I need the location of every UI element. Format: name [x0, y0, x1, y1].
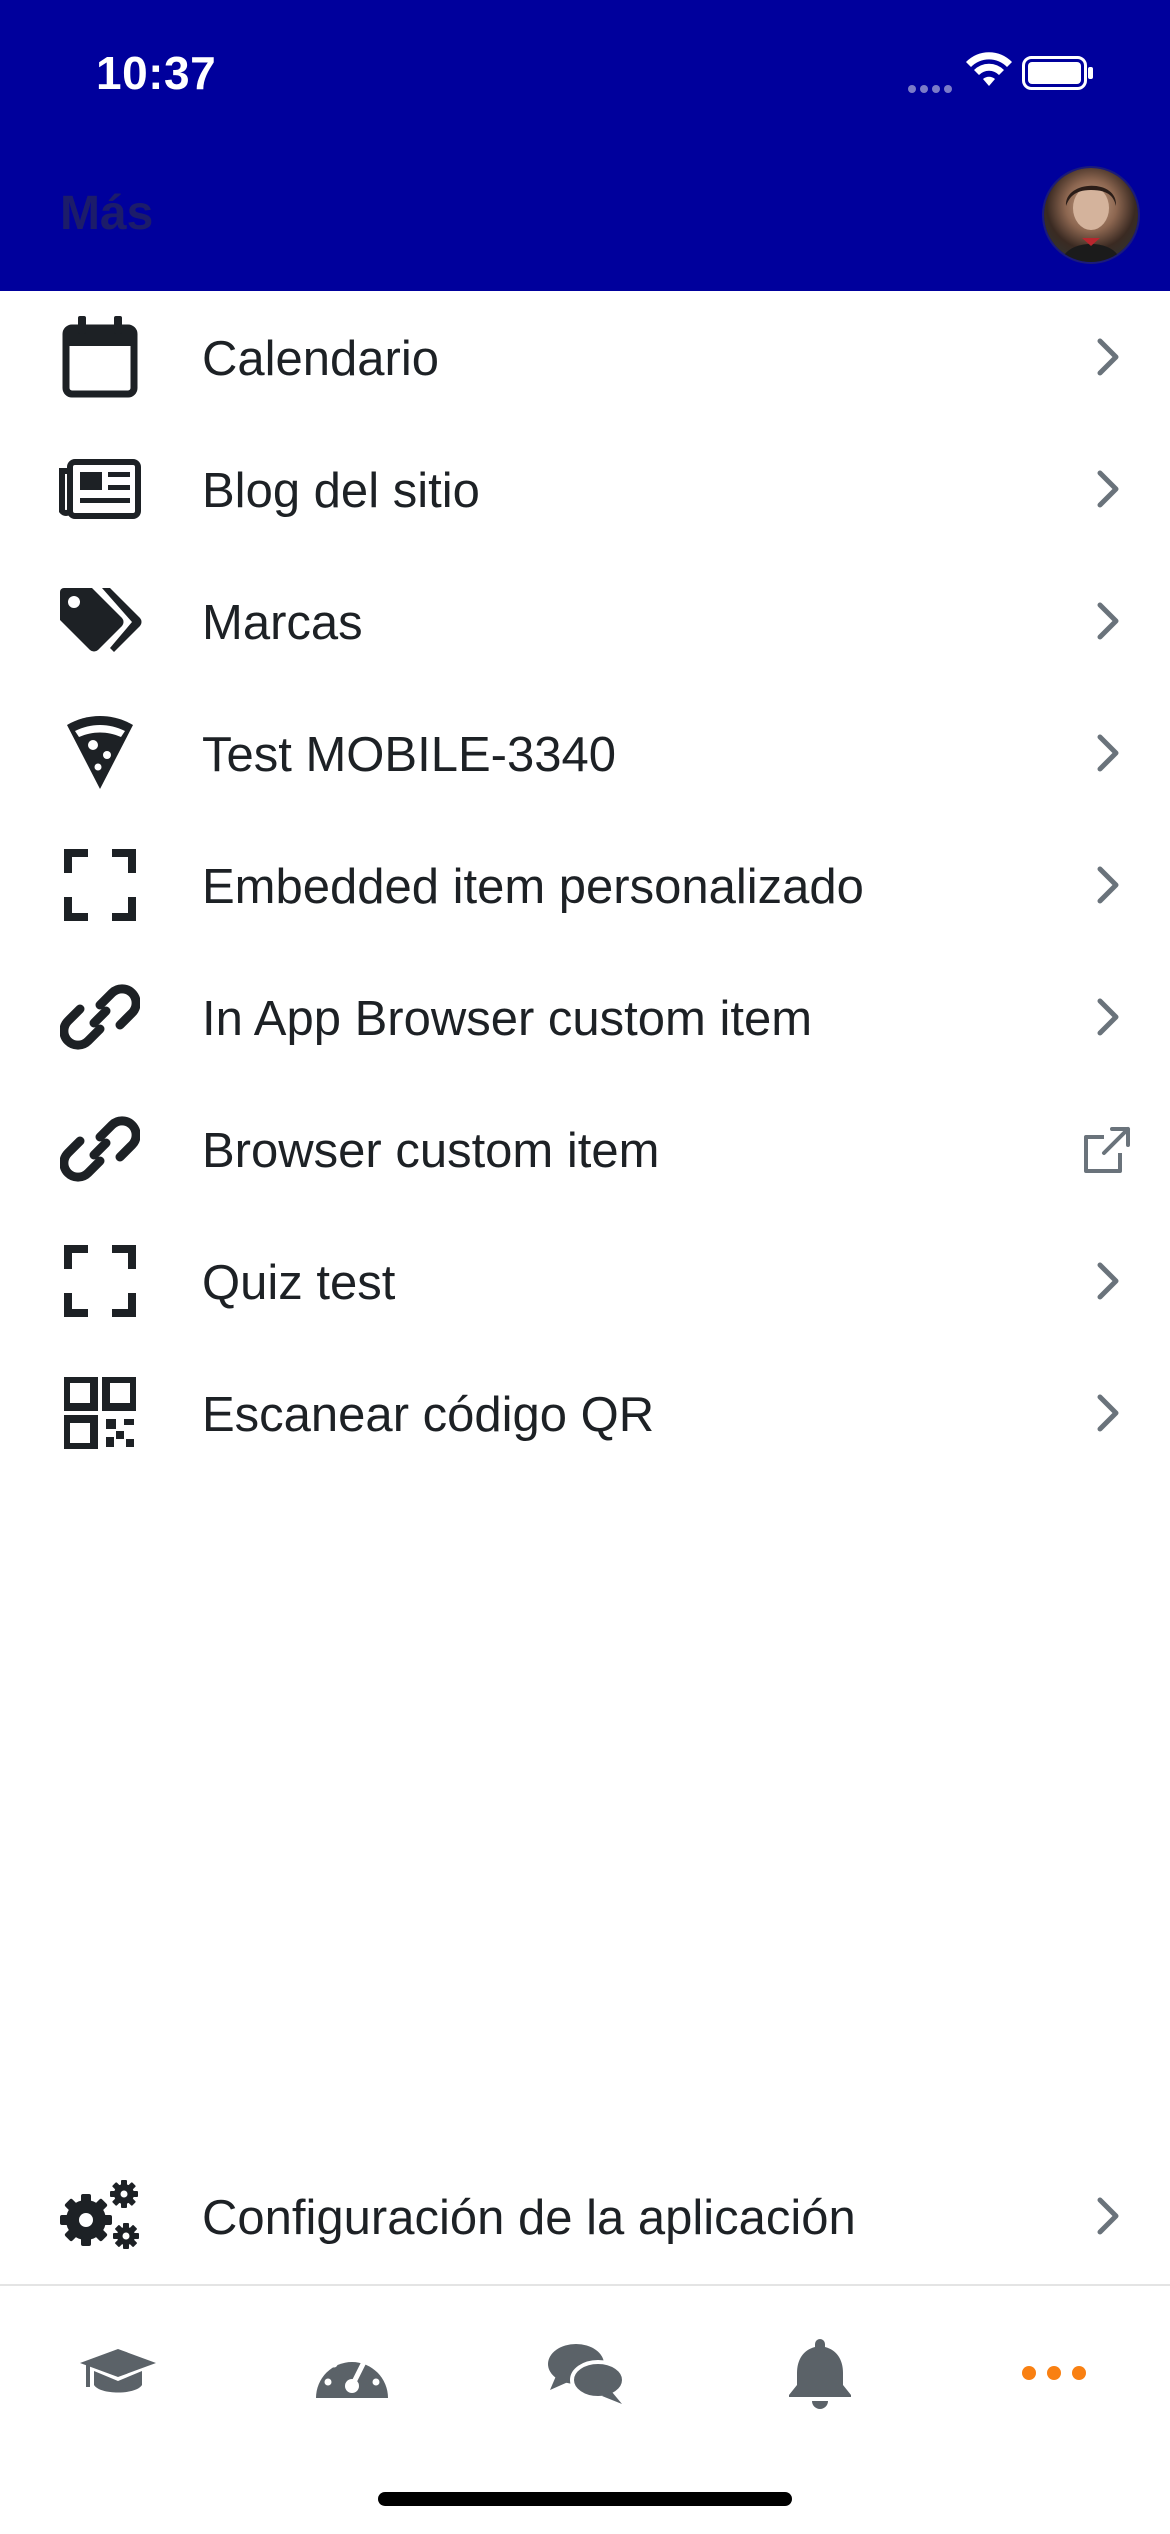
newspaper-icon	[56, 449, 144, 529]
expand-icon	[56, 845, 144, 925]
menu-item-label: Blog del sitio	[202, 464, 480, 518]
menu-item-app-settings[interactable]: Configuración de la aplicación	[0, 2150, 1170, 2282]
chevron-right-icon	[1097, 602, 1119, 640]
menu-item-label: Calendario	[202, 332, 439, 386]
status-time: 10:37	[96, 47, 217, 99]
expand-icon	[56, 1241, 144, 1321]
signal-icon	[908, 80, 956, 98]
menu-item-label: Configuración de la aplicación	[202, 2191, 856, 2245]
menu-item-label: Quiz test	[202, 1256, 396, 1310]
chevron-right-icon	[1097, 866, 1119, 904]
menu-item-embedded[interactable]: Embedded item personalizado	[0, 819, 1170, 951]
menu-item-calendario[interactable]: Calendario	[0, 291, 1170, 423]
chevron-right-icon	[1097, 734, 1119, 772]
menu-item-label: Marcas	[202, 596, 363, 650]
chevron-right-icon	[1097, 1394, 1119, 1432]
qrcode-icon	[56, 1373, 144, 1453]
tab-more[interactable]	[994, 2328, 1114, 2418]
page-title: Más	[60, 187, 154, 240]
menu-item-label: In App Browser custom item	[202, 992, 813, 1046]
chevron-right-icon	[1097, 998, 1119, 1036]
menu-item-label: Test MOBILE-3340	[202, 728, 616, 782]
tab-dashboard[interactable]	[292, 2328, 412, 2418]
tab-notifications[interactable]	[760, 2328, 880, 2418]
menu-item-qr-scanner[interactable]: Escanear código QR	[0, 1347, 1170, 1479]
user-avatar[interactable]	[1044, 168, 1138, 262]
tags-icon	[56, 581, 144, 661]
chevron-right-icon	[1097, 470, 1119, 508]
menu-item-quiz-test[interactable]: Quiz test	[0, 1215, 1170, 1347]
menu-item-in-app-browser[interactable]: In App Browser custom item	[0, 951, 1170, 1083]
comments-icon	[548, 2344, 626, 2404]
cogs-icon	[56, 2176, 144, 2256]
app-header: 10:37 Más	[0, 0, 1170, 291]
pizza-slice-icon	[56, 713, 144, 793]
home-indicator[interactable]	[378, 2492, 792, 2506]
menu-item-blog[interactable]: Blog del sitio	[0, 423, 1170, 555]
tab-messages[interactable]	[526, 2328, 646, 2418]
graduation-cap-icon	[80, 2349, 156, 2393]
link-icon	[56, 977, 144, 1057]
chevron-right-icon	[1097, 1262, 1119, 1300]
dashboard-icon	[316, 2352, 388, 2398]
bell-icon	[789, 2339, 851, 2409]
chevron-right-icon	[1097, 338, 1119, 376]
more-menu-list: Calendario Blog del sitio Marcas Test MO…	[0, 291, 1170, 1479]
menu-item-label: Escanear código QR	[202, 1388, 655, 1442]
link-icon	[56, 1109, 144, 1189]
wifi-icon	[966, 52, 1012, 86]
menu-item-label: Browser custom item	[202, 1124, 660, 1178]
tab-courses[interactable]	[58, 2328, 178, 2418]
calendar-icon	[56, 316, 144, 398]
more-icon	[1022, 2366, 1086, 2380]
menu-item-marcas[interactable]: Marcas	[0, 555, 1170, 687]
menu-item-test-mobile[interactable]: Test MOBILE-3340	[0, 687, 1170, 819]
menu-item-label: Embedded item personalizado	[202, 860, 864, 914]
external-link-icon	[1084, 1127, 1130, 1173]
chevron-right-icon	[1097, 2197, 1119, 2235]
battery-icon	[1022, 56, 1093, 90]
menu-item-browser[interactable]: Browser custom item	[0, 1083, 1170, 1215]
